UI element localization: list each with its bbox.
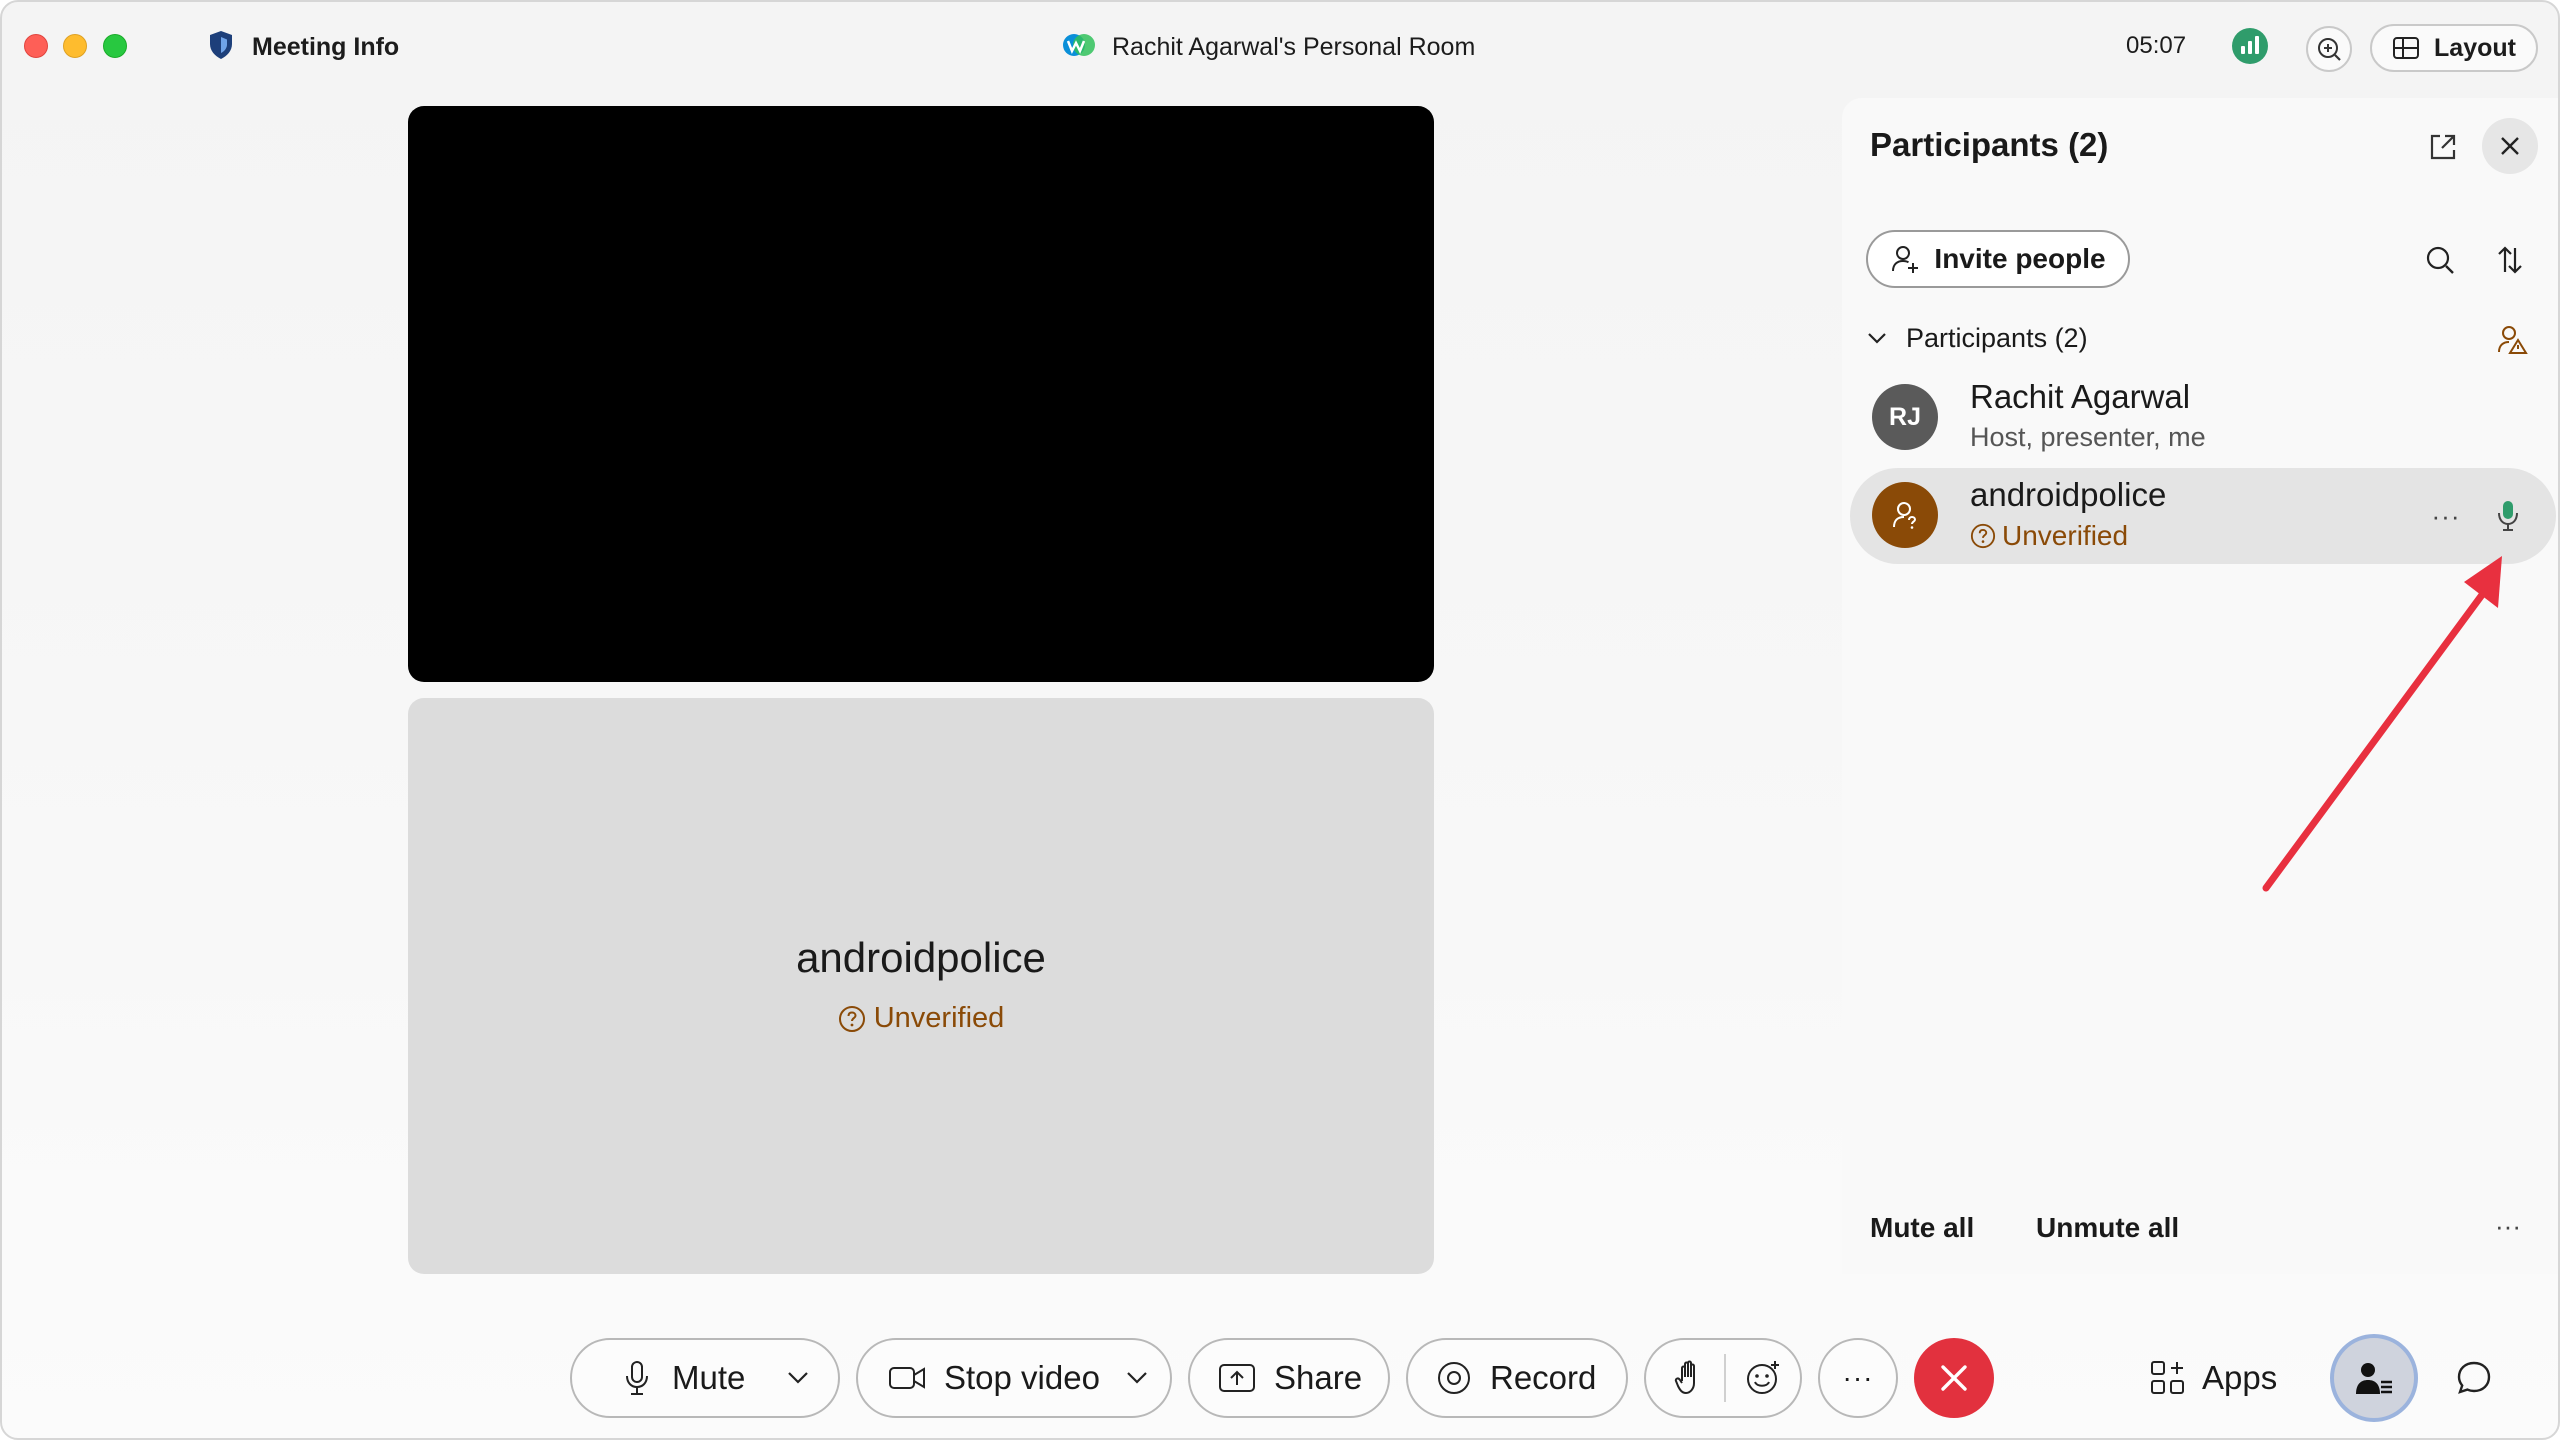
add-person-icon (1892, 246, 1919, 273)
participant-video-tile[interactable]: androidpolice Unverified (408, 698, 1434, 1274)
sort-participants-button[interactable] (2486, 236, 2534, 284)
more-options-button[interactable]: ··· (1818, 1338, 1898, 1418)
apps-label: Apps (2202, 1359, 2278, 1396)
unmute-all-button[interactable]: Unmute all (2036, 1212, 2179, 1244)
apps-button[interactable]: Apps (2150, 1338, 2277, 1418)
guest-user-icon (1893, 502, 1917, 529)
close-icon (1941, 1365, 1967, 1391)
record-icon (1438, 1362, 1470, 1394)
microphone-active-icon[interactable] (2484, 492, 2532, 540)
stop-video-button[interactable]: Stop video (856, 1338, 1172, 1418)
microphone-icon (626, 1361, 648, 1395)
raise-hand-button[interactable] (1674, 1359, 1704, 1397)
more-options-label: ··· (1842, 1362, 1874, 1393)
magnifier-plus-icon (2318, 38, 2341, 61)
sort-icon (2498, 246, 2522, 274)
room-title-label: Rachit Agarwal's Personal Room (1112, 32, 1476, 61)
chevron-down-icon[interactable] (1126, 1371, 1148, 1385)
chat-bubble-icon (2457, 1361, 2491, 1394)
chevron-down-icon[interactable] (787, 1371, 809, 1385)
tile-status-label: Unverified (873, 1002, 1005, 1034)
invite-label: Invite people (1934, 243, 2106, 274)
record-button[interactable]: Record (1406, 1338, 1628, 1418)
close-window-button[interactable] (24, 34, 48, 58)
close-panel-button[interactable] (2482, 118, 2538, 174)
chevron-down-icon (1868, 333, 1886, 344)
close-icon (2501, 137, 2519, 155)
minimize-window-button[interactable] (63, 34, 87, 58)
network-signal-icon[interactable] (2232, 28, 2268, 64)
panel-more-button[interactable]: ··· (2484, 1202, 2532, 1250)
title-bar: Meeting Info Rachit Agarwal's Personal R… (2, 2, 2558, 94)
shield-icon (208, 30, 234, 65)
layout-button[interactable]: Layout (2370, 24, 2538, 72)
share-screen-icon (1219, 1364, 1255, 1392)
participant-role: Host, presenter, me (1970, 422, 2206, 452)
annotation-arrow (2262, 556, 2502, 892)
search-icon (2426, 246, 2454, 274)
avatar: RJ (1872, 384, 1938, 450)
apps-icon (2151, 1361, 2184, 1394)
mute-label: Mute (672, 1359, 746, 1396)
meeting-timer: 05:07 (2126, 32, 2187, 59)
participant-more-button[interactable]: ··· (2422, 492, 2470, 540)
stop-video-label: Stop video (944, 1359, 1100, 1396)
emoji-add-icon (1747, 1361, 1779, 1394)
share-button[interactable]: Share (1188, 1338, 1390, 1418)
layout-grid-icon (2393, 37, 2420, 59)
invite-people-button[interactable]: Invite people (1866, 230, 2130, 288)
meeting-info-button[interactable]: Meeting Info (208, 28, 399, 66)
participant-status-label: Unverified (2002, 520, 2129, 551)
panel-title: Participants (2) (1870, 126, 2109, 163)
popout-panel-button[interactable] (2416, 120, 2470, 174)
external-link-icon (2430, 134, 2456, 160)
question-circle-icon (838, 1005, 865, 1032)
room-title: Rachit Agarwal's Personal Room (1062, 28, 1475, 66)
tile-participant-status: Unverified (408, 1002, 1434, 1035)
participants-icon (2356, 1363, 2392, 1394)
section-label: Participants (2) (1906, 322, 2088, 353)
raise-hand-icon (1674, 1360, 1695, 1395)
leave-meeting-button[interactable] (1914, 1338, 1994, 1418)
reactions-button[interactable] (1744, 1359, 1782, 1397)
participants-section-toggle[interactable]: Participants (2) (1866, 318, 2088, 358)
mute-button[interactable]: Mute (570, 1338, 840, 1418)
webex-logo-icon (1062, 32, 1096, 63)
video-camera-icon (889, 1367, 925, 1389)
question-circle-icon (1970, 523, 1996, 549)
participant-row[interactable]: RJ Rachit Agarwal Host, presenter, me (1850, 370, 2556, 466)
tile-participant-name: androidpolice (796, 934, 1046, 981)
self-video-tile[interactable] (408, 106, 1434, 682)
participant-name: androidpolice (1970, 476, 2167, 513)
meeting-info-label: Meeting Info (252, 32, 400, 61)
share-label: Share (1274, 1359, 1363, 1396)
reactions-group (1644, 1338, 1802, 1418)
participants-toggle-button[interactable] (2330, 1334, 2418, 1422)
avatar (1872, 482, 1938, 548)
zoom-view-button[interactable] (2306, 26, 2352, 72)
participant-name: Rachit Agarwal (1970, 378, 2191, 415)
mute-all-button[interactable]: Mute all (1870, 1212, 1974, 1244)
zoom-window-button[interactable] (103, 34, 127, 58)
search-participants-button[interactable] (2416, 236, 2464, 284)
layout-label: Layout (2434, 33, 2516, 62)
divider (1724, 1354, 1726, 1402)
participant-status: Unverified (1970, 520, 2128, 552)
chat-button[interactable] (2446, 1350, 2502, 1406)
unverified-people-icon[interactable] (2492, 320, 2532, 360)
record-label: Record (1490, 1359, 1597, 1396)
app-window: Meeting Info Rachit Agarwal's Personal R… (0, 0, 2560, 1440)
